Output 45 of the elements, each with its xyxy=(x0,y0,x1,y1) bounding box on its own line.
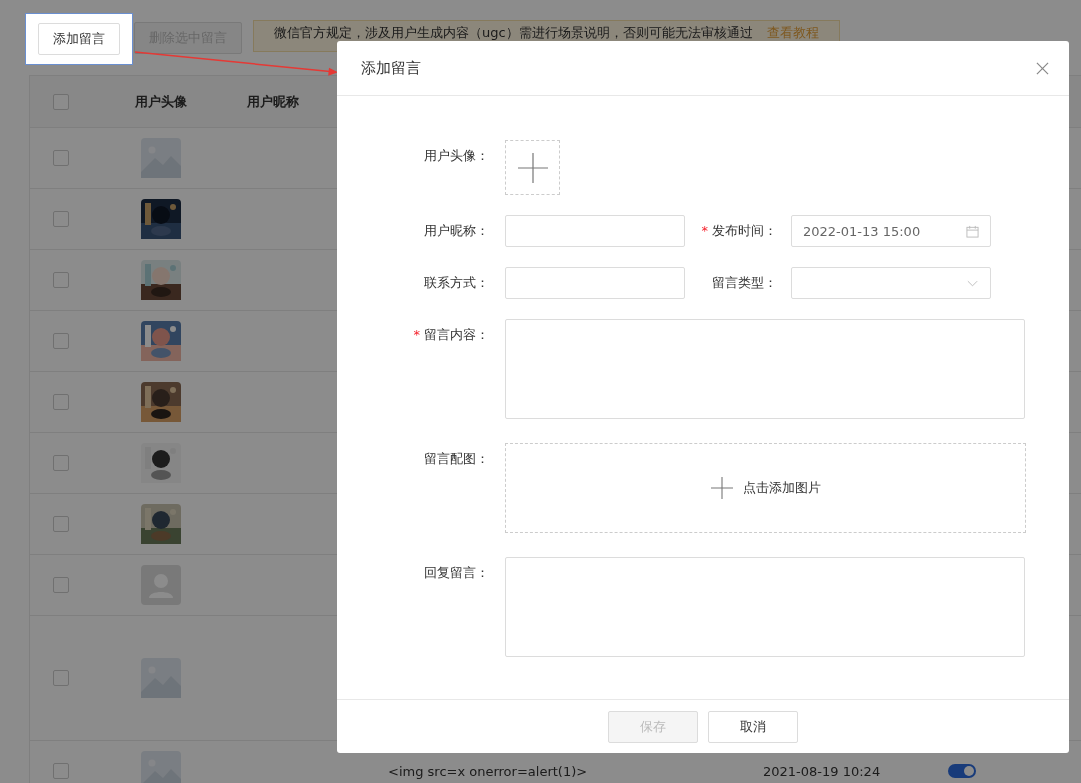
field-label: 回复留言： xyxy=(424,565,489,580)
close-icon[interactable] xyxy=(1036,61,1049,75)
row-checkbox[interactable] xyxy=(53,455,69,471)
field-label: 联系方式： xyxy=(424,275,489,290)
field-label: 留言内容： xyxy=(424,327,489,342)
row-checkbox[interactable] xyxy=(53,516,69,532)
type-select[interactable] xyxy=(791,267,991,299)
row-checkbox[interactable] xyxy=(53,577,69,593)
required-mark: * xyxy=(413,327,420,342)
plus-icon xyxy=(517,152,548,183)
text-area[interactable] xyxy=(505,319,1025,419)
message-content: <img src=x onerror=alert(1)> xyxy=(388,763,588,779)
required-mark: * xyxy=(701,223,708,238)
column-header: 用户昵称 xyxy=(247,92,299,111)
field-label: 留言配图： xyxy=(424,451,489,466)
calendar-icon xyxy=(966,224,979,238)
plus-icon xyxy=(710,477,733,499)
text-area[interactable] xyxy=(505,557,1025,657)
image-placeholder-icon xyxy=(141,751,181,783)
cancel-button[interactable]: 取消 xyxy=(708,710,798,743)
row-checkbox[interactable] xyxy=(53,394,69,410)
avatar-upload[interactable] xyxy=(505,140,560,195)
text-field[interactable] xyxy=(505,267,685,299)
field-label: 发布时间： xyxy=(712,223,777,238)
text-field[interactable] xyxy=(505,215,685,247)
publish-time: 2021-08-19 10:24 xyxy=(763,763,881,779)
dialog-title: 添加留言 xyxy=(361,58,421,78)
row-checkbox[interactable] xyxy=(53,763,69,779)
column-header: 用户头像 xyxy=(135,92,187,111)
row-checkbox[interactable] xyxy=(53,272,69,288)
row-checkbox[interactable] xyxy=(53,150,69,166)
toggle-switch[interactable] xyxy=(948,764,976,778)
row-checkbox[interactable] xyxy=(53,670,69,686)
field-label: 用户头像： xyxy=(424,148,489,163)
field-label: 留言类型： xyxy=(712,275,777,290)
image-upload-area[interactable]: 点击添加图片 xyxy=(505,443,1026,533)
date-field[interactable]: 2022-01-13 15:00 xyxy=(791,215,991,247)
row-checkbox[interactable] xyxy=(53,211,69,227)
image-placeholder-icon xyxy=(141,138,181,178)
row-checkbox[interactable] xyxy=(53,333,69,349)
image-placeholder-icon xyxy=(141,658,181,698)
select-all-checkbox[interactable] xyxy=(53,93,69,110)
notice-text: 微信官方规定，涉及用户生成内容（ugc）需进行场景说明，否则可能无法审核通过 xyxy=(274,25,753,40)
add-message-button[interactable]: 添加留言 xyxy=(38,23,120,55)
field-label: 用户昵称： xyxy=(424,223,489,238)
